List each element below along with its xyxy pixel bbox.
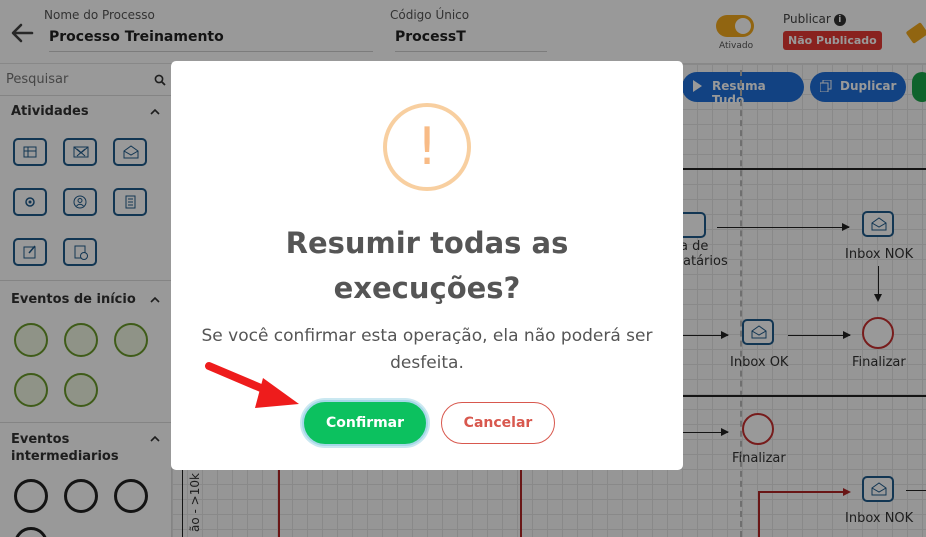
exclamation-mark: !	[416, 117, 438, 177]
warning-icon: !	[383, 103, 471, 191]
cancel-button[interactable]: Cancelar	[441, 402, 555, 444]
confirm-button[interactable]: Confirmar	[302, 400, 428, 446]
dialog-title: Resumir todas as execuções?	[285, 226, 569, 305]
pointer-arrow-icon	[205, 362, 299, 408]
